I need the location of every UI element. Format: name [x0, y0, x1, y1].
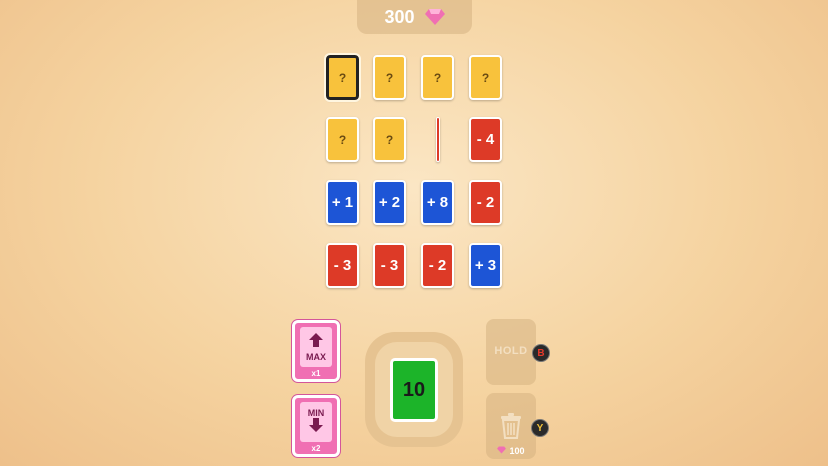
arrow-down-icon	[309, 417, 323, 437]
card-r4-c4[interactable]: + 3	[469, 243, 502, 288]
min-label: MIN	[307, 407, 325, 418]
card-r3-c3[interactable]: + 8	[421, 180, 454, 225]
card-r4-c3[interactable]: - 2	[421, 243, 454, 288]
pink-gem-icon	[424, 8, 445, 26]
card-r2-c1[interactable]: ?	[326, 117, 359, 162]
trash-cost: 100	[486, 446, 536, 456]
max-count: x1	[311, 369, 321, 378]
gem-count: 300	[384, 6, 415, 27]
card-r4-c2[interactable]: - 3	[373, 243, 406, 288]
max-label: MAX	[306, 351, 326, 362]
trash-cost-value: 100	[509, 446, 525, 456]
trash-icon	[500, 413, 522, 444]
arrow-up-icon	[309, 332, 323, 352]
card-r1-c3[interactable]: ?	[421, 55, 454, 100]
card-r1-c4[interactable]: ?	[469, 55, 502, 100]
total-card: 10	[390, 358, 438, 422]
card-r3-c1[interactable]: + 1	[326, 180, 359, 225]
card-r1-c1[interactable]: ?	[324, 53, 361, 102]
card-r1-c2[interactable]: ?	[373, 55, 406, 100]
card-r3-c4[interactable]: - 2	[469, 180, 502, 225]
y-key-badge: Y	[531, 419, 549, 437]
card-r2-c3-flipping[interactable]	[436, 117, 440, 162]
min-count: x2	[311, 444, 321, 453]
hold-button[interactable]: HOLD	[486, 319, 536, 385]
card-r4-c1[interactable]: - 3	[326, 243, 359, 288]
min-powerup-card[interactable]: MIN x2	[292, 395, 340, 457]
card-r2-c2[interactable]: ?	[373, 117, 406, 162]
card-r3-c2[interactable]: + 2	[373, 180, 406, 225]
trash-button[interactable]: 100	[486, 393, 536, 459]
b-key-badge: B	[532, 344, 550, 362]
gem-counter: 300	[357, 0, 472, 34]
pink-gem-icon	[497, 446, 507, 456]
card-r2-c4[interactable]: - 4	[469, 117, 502, 162]
hold-label: HOLD	[494, 345, 528, 357]
max-powerup-card[interactable]: MAX x1	[292, 320, 340, 382]
